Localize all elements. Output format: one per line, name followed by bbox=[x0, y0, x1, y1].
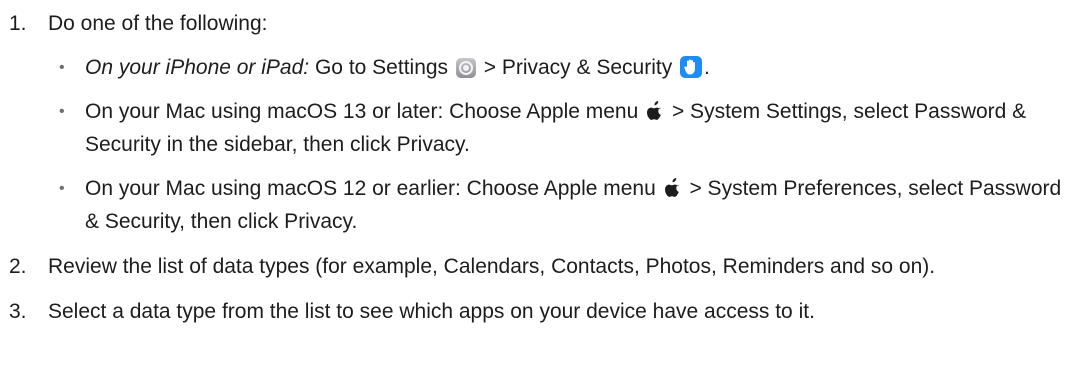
step-text: Select a data type from the list to see … bbox=[48, 300, 815, 323]
step-number: 3. bbox=[9, 300, 27, 323]
bullet: • bbox=[59, 180, 65, 197]
settings-icon bbox=[455, 58, 476, 78]
bullet: • bbox=[59, 59, 65, 76]
steps-list: 1. Do one of the following: • On your iP… bbox=[0, 7, 1068, 340]
step-text: Do one of the following: bbox=[48, 12, 268, 35]
sub-step-lead: On your iPhone or iPad: bbox=[85, 56, 310, 79]
document: 1. Do one of the following: • On your iP… bbox=[0, 0, 1071, 379]
sub-step-iphone-ipad: • On your iPhone or iPad: Go to Settings… bbox=[48, 51, 1068, 84]
sub-step-text: On your Mac using macOS 13 or later: Cho… bbox=[85, 100, 645, 123]
step-text: Review the list of data types (for examp… bbox=[48, 255, 936, 278]
step-number: 1. bbox=[9, 12, 27, 35]
sub-step-text: On your Mac using macOS 12 or earlier: C… bbox=[85, 177, 662, 200]
sub-step-mac-13: • On your Mac using macOS 13 or later: C… bbox=[48, 95, 1068, 161]
apple-icon bbox=[664, 178, 679, 197]
sub-step-text: Go to Settings bbox=[309, 56, 454, 79]
step-3: 3. Select a data type from the list to s… bbox=[0, 295, 1068, 328]
privacy-hand-icon bbox=[680, 56, 703, 78]
step-number: 2. bbox=[9, 255, 27, 278]
sub-step-mac-12: • On your Mac using macOS 12 or earlier:… bbox=[48, 172, 1068, 238]
apple-icon bbox=[647, 101, 661, 120]
step-1: 1. Do one of the following: • On your iP… bbox=[0, 7, 1068, 238]
bullet: • bbox=[59, 103, 65, 120]
sub-step-period: . bbox=[704, 56, 710, 79]
sub-steps-list: • On your iPhone or iPad: Go to Settings… bbox=[48, 51, 1068, 238]
sub-step-text: > Privacy & Security bbox=[477, 56, 679, 79]
step-2: 2. Review the list of data types (for ex… bbox=[0, 250, 1068, 283]
